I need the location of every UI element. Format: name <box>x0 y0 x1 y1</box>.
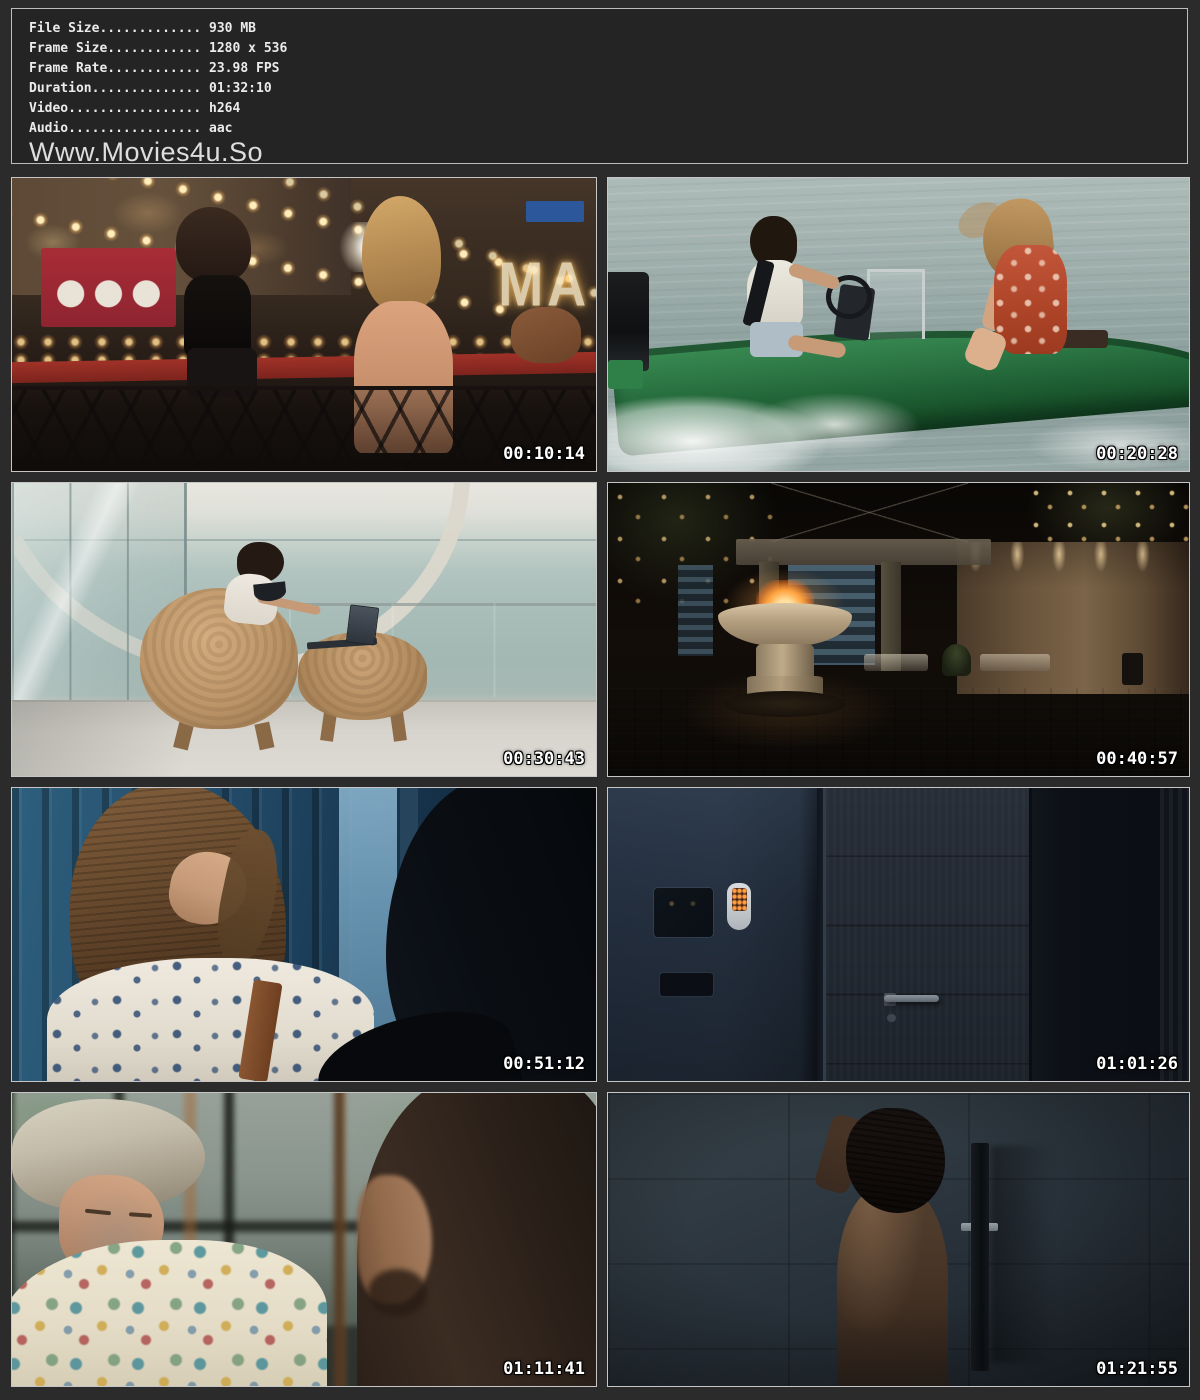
wall-shading <box>608 788 817 1081</box>
media-info-panel: File Size............. 930 MB Frame Size… <box>11 8 1188 164</box>
windshield <box>867 269 925 339</box>
dot-leader: ................. <box>68 121 201 136</box>
wood-door <box>823 788 1032 1081</box>
info-label: Duration <box>29 81 92 96</box>
info-value: 930 MB <box>209 21 256 36</box>
screenshot-shower: 01:21:55 <box>607 1092 1190 1387</box>
motor-bracket <box>608 360 643 389</box>
info-label: Frame Rate <box>29 61 107 76</box>
blue-sign <box>526 201 584 222</box>
boat-wake-spray <box>607 374 997 472</box>
timestamp-overlay: 00:40:57 <box>1096 749 1178 769</box>
woman-black-top <box>184 275 251 357</box>
screenshot-courtyard: 00:40:57 <box>607 482 1190 777</box>
screenshot-balcony: 00:30:43 <box>11 482 597 777</box>
pergola-canopy <box>736 539 992 565</box>
info-row-audio: Audio................. aac <box>29 119 1187 139</box>
info-label: Audio <box>29 121 68 136</box>
info-value: h264 <box>209 101 240 116</box>
info-value: 1280 x 536 <box>209 41 287 56</box>
floor-shadow <box>12 700 187 776</box>
guy-wires <box>771 483 969 542</box>
leather-bag <box>511 307 581 363</box>
woman-blonde-hair <box>362 196 441 313</box>
screenshot-boat: 00:20:28 <box>607 177 1190 472</box>
timestamp-overlay: 00:30:43 <box>503 749 585 769</box>
info-value: 01:32:10 <box>209 81 272 96</box>
info-label: Frame Size <box>29 41 107 56</box>
waste-bin <box>1122 653 1142 685</box>
screenshot-dark-door: 01:01:26 <box>607 787 1190 1082</box>
info-row-frame-size: Frame Size............ 1280 x 536 <box>29 39 1187 59</box>
timestamp-overlay: 00:20:28 <box>1096 444 1178 464</box>
info-label: Video <box>29 101 68 116</box>
dot-leader: .............. <box>92 81 202 96</box>
screenshot-grid: MA 00:10:14 <box>11 177 1190 1387</box>
timestamp-overlay: 00:10:14 <box>503 444 585 464</box>
dot-leader: ............ <box>107 41 201 56</box>
screens-preview-sheet: File Size............. 930 MB Frame Size… <box>0 0 1200 1400</box>
vignette <box>608 1093 1189 1386</box>
site-watermark: Www.Movies4u.So <box>29 139 1187 164</box>
screenshot-two-men: 01:11:41 <box>11 1092 597 1387</box>
screenshot-night-market: MA 00:10:14 <box>11 177 597 472</box>
dot-leader: ............. <box>99 21 201 36</box>
foreground-man-beard <box>368 1269 426 1316</box>
dot-leader: ................. <box>68 101 201 116</box>
screenshot-blouse-woman: 00:51:12 <box>11 787 597 1082</box>
info-row-video: Video................. h264 <box>29 99 1187 119</box>
info-label: File Size <box>29 21 99 36</box>
timestamp-overlay: 01:11:41 <box>503 1359 585 1379</box>
info-row-file-size: File Size............. 930 MB <box>29 19 1187 39</box>
light-switch-panel <box>654 888 712 938</box>
stone-building <box>957 542 1189 694</box>
bench <box>980 654 1050 670</box>
info-row-duration: Duration.............. 01:32:10 <box>29 79 1187 99</box>
blue-glow-panel <box>678 565 713 656</box>
door-handle <box>884 995 939 1003</box>
timestamp-overlay: 01:01:26 <box>1096 1054 1178 1074</box>
passenger-red-dress <box>994 245 1067 353</box>
timestamp-overlay: 01:21:55 <box>1096 1359 1178 1379</box>
outboard-motor <box>607 272 649 372</box>
lower-switch-panel <box>660 973 712 996</box>
curtain-edge <box>1160 788 1189 1081</box>
floral-shirt <box>11 1240 327 1388</box>
bench <box>864 654 928 670</box>
potted-plant <box>942 644 971 676</box>
info-value: aac <box>209 121 232 136</box>
laptop-screen <box>346 604 380 645</box>
info-value: 23.98 FPS <box>209 61 279 76</box>
dot-leader: ............ <box>107 61 201 76</box>
info-row-frame-rate: Frame Rate............ 23.98 FPS <box>29 59 1187 79</box>
red-banner <box>41 248 175 327</box>
lit-keypad <box>732 888 747 911</box>
timestamp-overlay: 00:51:12 <box>503 1054 585 1074</box>
